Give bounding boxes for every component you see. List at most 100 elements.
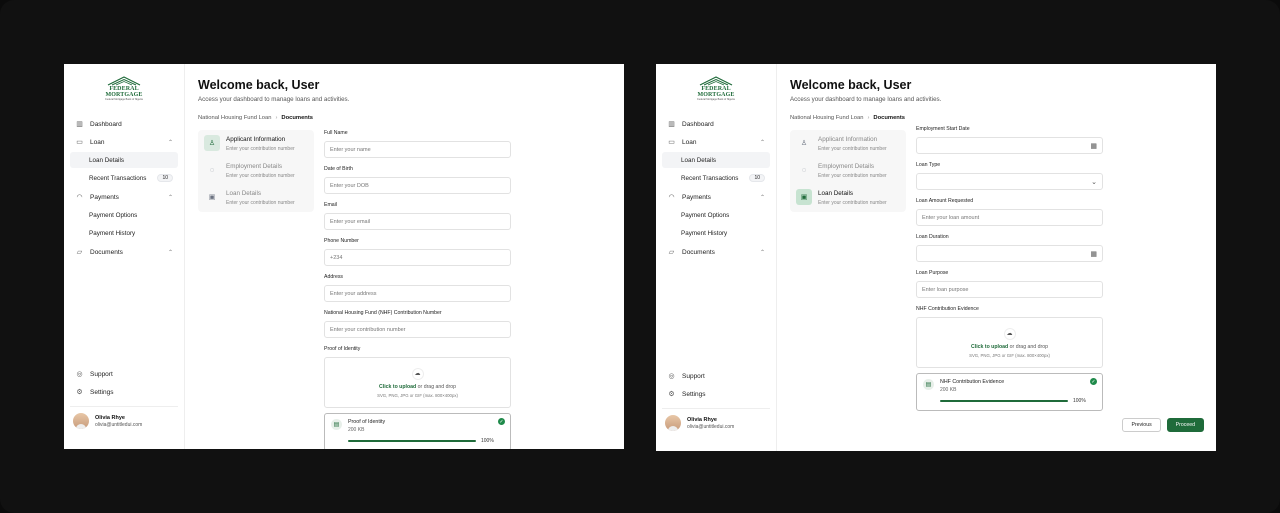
nav-recent-transactions[interactable]: Recent Transactions 10 [662, 170, 770, 186]
nav-dashboard[interactable]: ▥ Dashboard [662, 116, 770, 132]
loan-amount-input[interactable]: Enter your loan amount [916, 209, 1103, 226]
proceed-button[interactable]: Proceed [1166, 418, 1204, 432]
loan-icon: ▭ [76, 138, 83, 146]
chevron-up-icon: ⌃ [759, 249, 765, 256]
nav-dashboard[interactable]: ▥ Dashboard [70, 116, 178, 132]
loan-duration-label: Loan Duration [916, 234, 949, 240]
nav-payment-options[interactable]: Payment Options [70, 207, 178, 223]
check-circle-icon: ✓ [1090, 378, 1097, 385]
user-name: Olivia Rhye [95, 414, 125, 421]
file-icon: ▤ [331, 419, 342, 430]
nav-settings[interactable]: ⚙ Settings [70, 384, 178, 400]
step-employment-details[interactable]: ◌ Employment Details Enter your contribut… [204, 162, 308, 189]
click-to-upload-link[interactable]: Click to upload [379, 384, 416, 390]
upload-hint: SVG, PNG, JPG or GIF (max. 800×400px) [377, 392, 458, 398]
page-subtitle: Access your dashboard to manage loans an… [790, 96, 942, 103]
briefcase-icon: ◌ [801, 166, 807, 174]
loan-form: Employment Start Date ▦ Loan Type ⌄ Loan… [916, 126, 1103, 411]
step-employment-details[interactable]: ◌ Employment Details Enter your contribut… [796, 162, 900, 189]
folder-icon: ▱ [76, 248, 83, 256]
roof-icon [107, 76, 141, 86]
click-to-upload-link[interactable]: Click to upload [971, 344, 1008, 350]
user-icon: ♙ [800, 140, 808, 147]
brand-tagline: Federal Mortgage Bank of Nigeria [697, 98, 735, 101]
nav-support[interactable]: ◎ Support [70, 366, 178, 382]
uploaded-file-card: ▤ Proof of Identity 200 KB 100% ✓ [324, 413, 511, 449]
full-name-input[interactable]: Enter your name [324, 141, 511, 158]
nav-loan[interactable]: ▭ Loan ⌃ [662, 134, 770, 150]
loan-icon: ▭ [668, 138, 675, 146]
loan-duration-input[interactable]: ▦ [916, 245, 1103, 262]
user-email: olivia@untitledui.com [687, 423, 735, 430]
nav-payments[interactable]: ◠ Payments ⌃ [70, 189, 178, 205]
dob-input[interactable]: Enter your DOB [324, 177, 511, 194]
nhf-evidence-label: NHF Contribution Evidence [916, 306, 979, 312]
nav-payments[interactable]: ◠ Payments ⌃ [662, 189, 770, 205]
money-icon: ▣ [796, 189, 812, 205]
nav-settings[interactable]: ⚙ Settings [662, 386, 770, 402]
screen-applicant-info: FEDERAL MORTGAGE Federal Mortgage Bank of… [64, 64, 624, 449]
start-date-input[interactable]: ▦ [916, 137, 1103, 154]
loan-type-select[interactable]: ⌄ [916, 173, 1103, 190]
nav-loan-details[interactable]: Loan Details [70, 152, 178, 168]
breadcrumb-parent[interactable]: National Housing Fund Loan [790, 115, 863, 121]
user-profile[interactable]: Olivia Rhye olivia@untitledui.com [70, 413, 178, 449]
email-input[interactable]: Enter your email [324, 213, 511, 230]
full-name-label: Full Name [324, 130, 348, 136]
nav-support[interactable]: ◎ Support [662, 368, 770, 384]
count-badge: 10 [157, 174, 173, 182]
chevron-up-icon: ⌃ [759, 139, 765, 146]
nav-payment-history[interactable]: Payment History [662, 225, 770, 241]
loan-type-label: Loan Type [916, 162, 941, 168]
upload-hint: SVG, PNG, JPG or GIF (max. 800×400px) [969, 352, 1050, 358]
address-input[interactable]: Enter your address [324, 285, 511, 302]
calendar-icon[interactable]: ▦ [1090, 250, 1097, 258]
screen-loan-details: FEDERAL MORTGAGE Federal Mortgage Bank of… [656, 64, 1216, 451]
user-email: olivia@untitledui.com [95, 421, 143, 428]
uploaded-file-card: ▤ NHF Contribution Evidence 200 KB 100% … [916, 373, 1103, 411]
nav-payment-options[interactable]: Payment Options [662, 207, 770, 223]
upload-percent: 100% [1073, 398, 1086, 404]
breadcrumb-current: Documents [873, 115, 905, 121]
chevron-down-icon: ⌄ [1091, 178, 1097, 186]
nav-documents[interactable]: ▱ Documents ⌃ [662, 244, 770, 260]
user-profile[interactable]: Olivia Rhye olivia@untitledui.com [662, 415, 770, 451]
main-content: Welcome back, User Access your dashboard… [185, 64, 624, 449]
nav-documents[interactable]: ▱ Documents ⌃ [70, 244, 178, 260]
count-badge: 10 [749, 174, 765, 182]
previous-button[interactable]: Previous [1122, 418, 1161, 432]
page-subtitle: Access your dashboard to manage loans an… [198, 96, 350, 103]
phone-input[interactable]: +234 [324, 249, 511, 266]
step-loan-details[interactable]: ▣ Loan Details Enter your contribution nu… [796, 189, 900, 216]
calendar-icon[interactable]: ▦ [1090, 142, 1097, 150]
nav-loan[interactable]: ▭ Loan ⌃ [70, 134, 178, 150]
chevron-up-icon: ⌃ [759, 194, 765, 201]
breadcrumb-parent[interactable]: National Housing Fund Loan [198, 115, 271, 121]
file-name: NHF Contribution Evidence [940, 379, 1005, 385]
roof-icon [699, 76, 733, 86]
nav-payment-history[interactable]: Payment History [70, 225, 178, 241]
applicant-form: Full Name Enter your name Date of Birth … [324, 130, 511, 449]
file-size: 200 KB [940, 387, 957, 393]
file-name: Proof of Identity [348, 419, 386, 425]
loan-amount-label: Loan Amount Requested [916, 198, 974, 204]
canvas: FEDERAL MORTGAGE Federal Mortgage Bank of… [0, 0, 1280, 513]
loan-purpose-label: Loan Purpose [916, 270, 949, 276]
proof-upload-dropzone[interactable]: ☁ Click to upload or drag and drop SVG, … [324, 357, 511, 408]
file-size: 200 KB [348, 427, 365, 433]
page-title: Welcome back, User [790, 78, 912, 92]
step-applicant-information[interactable]: ♙ Applicant Information Enter your contri… [796, 135, 900, 162]
step-loan-details[interactable]: ▣ Loan Details Enter your contribution nu… [204, 189, 308, 216]
loan-purpose-input[interactable]: Enter loan purpose [916, 281, 1103, 298]
nav-loan-details[interactable]: Loan Details [662, 152, 770, 168]
brand-logo: FEDERAL MORTGAGE Federal Mortgage Bank of… [662, 76, 770, 106]
step-applicant-information[interactable]: ♙ Applicant Information Enter your contri… [204, 135, 308, 162]
upload-percent: 100% [481, 438, 494, 444]
nhf-number-input[interactable]: Enter your contribution number [324, 321, 511, 338]
chevron-up-icon: ⌃ [167, 194, 173, 201]
start-date-label: Employment Start Date [916, 126, 970, 132]
gear-icon: ⚙ [668, 390, 675, 398]
nav-recent-transactions[interactable]: Recent Transactions 10 [70, 170, 178, 186]
evidence-upload-dropzone[interactable]: ☁ Click to upload or drag and drop SVG, … [916, 317, 1103, 368]
bar-chart-icon: ▥ [668, 120, 675, 128]
